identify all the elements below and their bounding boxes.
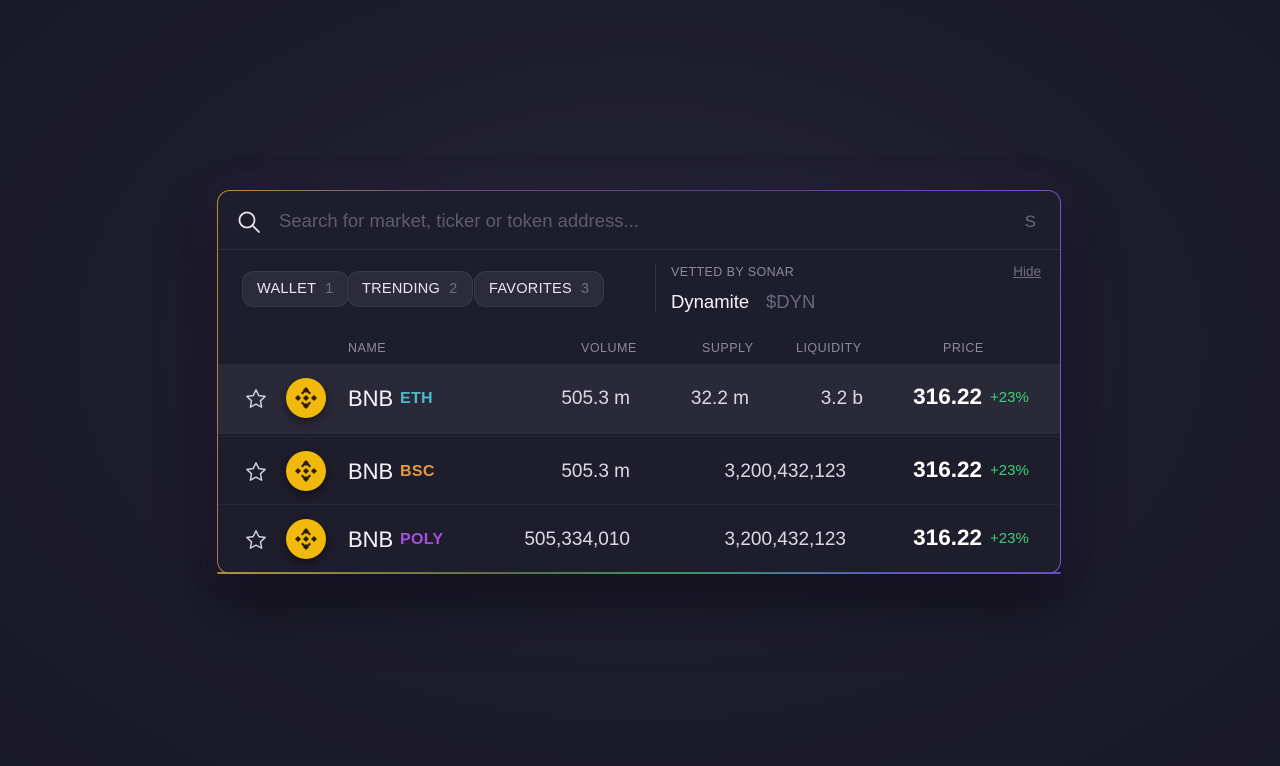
price-value: 316.22 [913,457,982,482]
chain-badge: POLY [400,531,444,548]
star-icon[interactable] [244,528,268,552]
chain-badge: BSC [400,463,435,480]
column-header-price: PRICE [943,341,984,355]
column-header-volume: VOLUME [581,341,637,355]
table-row[interactable]: BNB ETH 505.3 m 32.2 m 3.2 b 316.22 +23% [218,364,1060,434]
search-icon [238,211,260,233]
supply-value: 32.2 m [690,388,749,409]
token-name: BNB [348,527,394,552]
tab-label: WALLET [257,281,317,297]
supply-value: 3,200,432,123 [724,461,846,482]
chain-badge: ETH [400,390,433,407]
liquidity-value: 3.2 b [820,388,863,409]
bnb-icon [286,378,326,418]
vetted-label: VETTED BY SONAR [671,265,795,279]
bnb-icon [286,519,326,559]
search-panel-frame: S WALLET 1 TRENDING 2 FAVORITES 3 VETTED… [217,190,1061,574]
tab-favorites[interactable]: FAVORITES 3 [474,271,605,307]
supply-value: 3,200,432,123 [724,529,846,550]
tab-label: FAVORITES [489,281,573,297]
volume-value: 505,334,010 [524,529,630,550]
tab-wallet[interactable]: WALLET 1 [242,271,349,307]
column-header-liquidity: LIQUIDITY [796,341,862,355]
hide-vetted-link[interactable]: Hide [1013,264,1041,279]
search-bar: S [218,191,1060,250]
bnb-icon [286,451,326,491]
tab-count: 3 [581,281,590,297]
star-icon[interactable] [244,460,268,484]
volume-value: 505.3 m [561,388,630,409]
column-header-supply: SUPPLY [702,341,754,355]
tab-label: TRENDING [362,281,441,297]
tab-count: 2 [449,281,458,297]
tab-trending[interactable]: TRENDING 2 [347,271,473,307]
price-value: 316.22 [913,525,982,550]
tab-count: 1 [325,281,334,297]
divider [655,264,656,312]
price-change: +23% [990,462,1029,479]
search-panel: S WALLET 1 TRENDING 2 FAVORITES 3 VETTED… [218,191,1060,573]
token-name: BNB [348,459,394,484]
search-input[interactable] [279,205,979,237]
token-name: BNB [348,386,394,411]
price-value: 316.22 [913,384,982,409]
vetted-token-name[interactable]: Dynamite [671,291,749,313]
search-shortcut-hint: S [1024,212,1036,231]
vetted-token-ticker: $DYN [766,291,816,312]
table-row[interactable]: BNB POLY 505,334,010 3,200,432,123 316.2… [218,504,1060,573]
star-icon[interactable] [244,387,268,411]
price-change: +23% [990,530,1029,547]
price-change: +23% [990,389,1029,406]
column-header-name: NAME [348,341,387,355]
volume-value: 505.3 m [561,461,630,482]
table-row[interactable]: BNB BSC 505.3 m 3,200,432,123 316.22 +23… [218,436,1060,506]
